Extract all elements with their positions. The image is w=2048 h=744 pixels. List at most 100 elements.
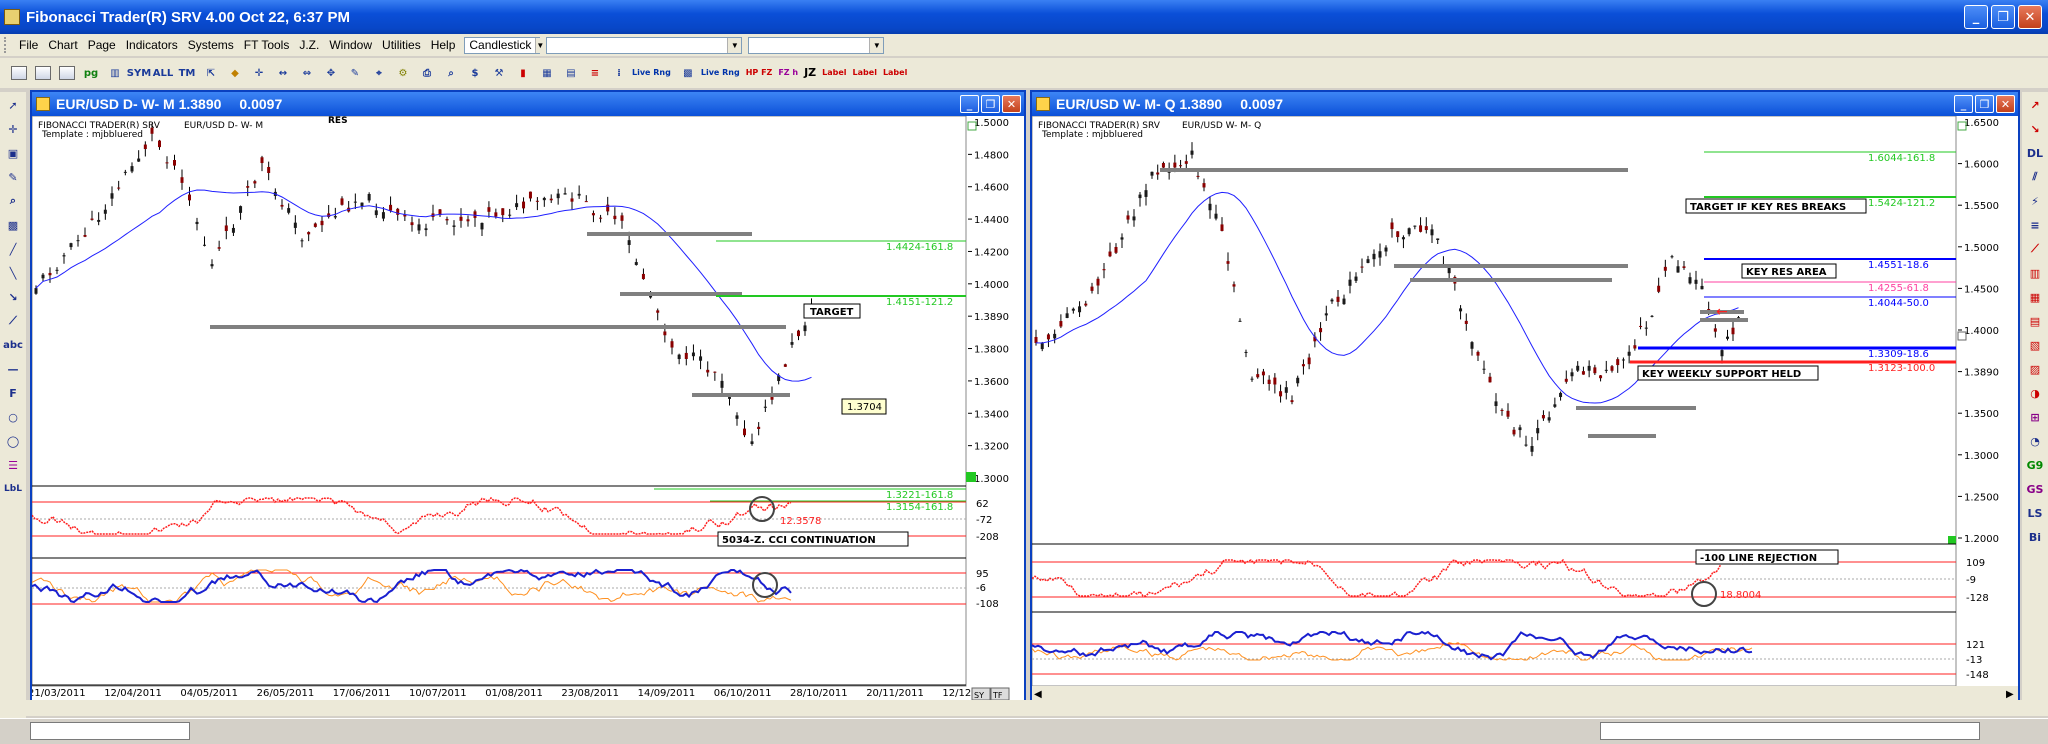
parallel-icon[interactable]: ⫽ xyxy=(2024,166,2046,188)
scan-icon[interactable]: ⌖ xyxy=(368,62,390,84)
lines-icon[interactable]: ≡ xyxy=(584,62,606,84)
pencil-icon[interactable]: ✎ xyxy=(2,166,24,188)
menu-chart[interactable]: Chart xyxy=(43,38,82,52)
fib-proj-icon[interactable]: ▨ xyxy=(2024,358,2046,380)
fib-tool[interactable]: F xyxy=(2,382,24,404)
zigzag-icon[interactable]: ⚡ xyxy=(2024,190,2046,212)
time-icon[interactable]: TM xyxy=(176,62,198,84)
close-button[interactable]: ✕ xyxy=(2018,5,2042,29)
stamp-icon[interactable]: ▩ xyxy=(2,214,24,236)
pen-icon[interactable]: ✎ xyxy=(344,62,366,84)
pg-icon[interactable]: pg xyxy=(80,62,102,84)
expand-icon[interactable]: ↔ xyxy=(272,62,294,84)
wrench-icon[interactable]: ⚒ xyxy=(488,62,510,84)
crosshair-tool-icon[interactable]: ✛ xyxy=(2,118,24,140)
search-icon[interactable]: ⌕ xyxy=(440,62,462,84)
right-window-minimize[interactable]: _ xyxy=(1954,95,1973,113)
fan-icon[interactable]: ⟋ xyxy=(2,310,24,332)
crosshair-icon[interactable]: ✛ xyxy=(248,62,270,84)
dl-tool[interactable]: DL xyxy=(2024,142,2046,164)
fib-time-icon[interactable]: ▥ xyxy=(2024,262,2046,284)
live-rng-2[interactable]: Live Rng xyxy=(701,69,740,77)
cursor-box-icon[interactable]: ▣ xyxy=(2,142,24,164)
shapes-icon[interactable]: ◆ xyxy=(224,62,246,84)
magnifier-icon[interactable]: ⌕ xyxy=(2,190,24,212)
menu-utilities[interactable]: Utilities xyxy=(377,38,426,52)
arrow-tool-icon[interactable]: ↗ xyxy=(2024,94,2046,116)
fib-circle-icon[interactable]: ◔ xyxy=(2024,430,2046,452)
fz-h-button[interactable]: FZ h xyxy=(778,69,798,77)
left-window-titlebar[interactable]: EUR/USD D- W- M 1.3890 0.0097 _ ❐ ✕ xyxy=(32,92,1024,116)
fib-lines-icon[interactable]: ☰ xyxy=(2,454,24,476)
sym-icon[interactable]: SYM xyxy=(127,62,151,84)
menu-window[interactable]: Window xyxy=(324,38,377,52)
dollar-icon[interactable]: $ xyxy=(464,62,486,84)
chart-icon[interactable] xyxy=(32,62,54,84)
minimize-button[interactable]: _ xyxy=(1964,5,1988,29)
move-icon[interactable]: ✥ xyxy=(320,62,342,84)
bi-tool[interactable]: Bi xyxy=(2024,526,2046,548)
line-tool-icon[interactable]: — xyxy=(2,358,24,380)
right-hscrollbar[interactable] xyxy=(1032,686,2018,700)
bars-icon[interactable]: ▥ xyxy=(104,62,126,84)
left-window-close[interactable]: ✕ xyxy=(1002,95,1021,113)
label-button-2[interactable]: Label xyxy=(853,69,877,77)
print-icon[interactable]: ⎙ xyxy=(416,62,438,84)
trendline-icon[interactable]: ╱ xyxy=(2,238,24,260)
menu-ft-tools[interactable]: FT Tools xyxy=(239,38,295,52)
label-button-1[interactable]: Label xyxy=(822,69,846,77)
maximize-button[interactable]: ❐ xyxy=(1991,5,2015,29)
symbol-select[interactable]: ▼ xyxy=(546,36,743,54)
g9-tool[interactable]: G9 xyxy=(2024,454,2046,476)
open-icon[interactable] xyxy=(8,62,30,84)
right-window-titlebar[interactable]: EUR/USD W- M- Q 1.3890 0.0097 _ ❐ ✕ xyxy=(1032,92,2018,116)
left-chart-window[interactable]: EUR/USD D- W- M 1.3890 0.0097 _ ❐ ✕ FIBO… xyxy=(30,90,1026,702)
page-select[interactable]: ▼ xyxy=(748,36,885,54)
zoom-icon[interactable]: ⇔ xyxy=(296,62,318,84)
right-chart-window[interactable]: EUR/USD W- M- Q 1.3890 0.0097 _ ❐ ✕ FIBO… xyxy=(1030,90,2020,702)
menu-page[interactable]: Page xyxy=(83,38,121,52)
main-hscrollbar[interactable] xyxy=(0,700,2048,716)
all-icon[interactable]: ALL xyxy=(152,62,174,84)
bars-tool-icon[interactable]: ≡ xyxy=(2024,214,2046,236)
left-window-maximize[interactable]: ❐ xyxy=(981,95,1000,113)
pointer-icon[interactable]: ➚ xyxy=(2,94,24,116)
fib-ext-icon[interactable]: ▧ xyxy=(2024,334,2046,356)
hp-fz-button[interactable]: HP FZ xyxy=(746,69,773,77)
split-icon[interactable]: ▤ xyxy=(560,62,582,84)
range-icon[interactable]: ▩ xyxy=(677,62,699,84)
dots-icon[interactable]: ⁞ xyxy=(608,62,630,84)
scroll-right-icon[interactable]: ▶ xyxy=(2006,689,2014,700)
menu-file[interactable]: File xyxy=(14,38,43,52)
chart-style-select[interactable]: Candlestick ▼ xyxy=(464,36,545,54)
ellipse-icon[interactable]: ◯ xyxy=(2,430,24,452)
scroll-left-icon[interactable]: ◀ xyxy=(1034,689,1042,700)
channel-icon[interactable]: ╲ xyxy=(2,262,24,284)
circle-icon[interactable]: ○ xyxy=(2,406,24,428)
left-window-minimize[interactable]: _ xyxy=(960,95,979,113)
menu-jz[interactable]: J.Z. xyxy=(294,38,324,52)
text-tool[interactable]: abc xyxy=(2,334,24,356)
gear-icon[interactable]: ⚙ xyxy=(392,62,414,84)
left-chart[interactable]: FIBONACCI TRADER(R) SRV EUR/USD D- W- M … xyxy=(32,116,1024,700)
fib-fan-icon[interactable]: ⟋ xyxy=(2024,238,2046,260)
right-window-close[interactable]: ✕ xyxy=(1996,95,2015,113)
fib-cluster-icon[interactable]: ▤ xyxy=(2024,310,2046,332)
fib-gann-icon[interactable]: ⊞ xyxy=(2024,406,2046,428)
ls-tool[interactable]: LS xyxy=(2024,502,2046,524)
menu-systems[interactable]: Systems xyxy=(183,38,239,52)
right-window-maximize[interactable]: ❐ xyxy=(1975,95,1994,113)
live-rng-1[interactable]: Live Rng xyxy=(632,69,671,77)
right-chart[interactable]: FIBONACCI TRADER(R) SRV EUR/USD W- M- Q … xyxy=(1032,116,2018,700)
menu-indicators[interactable]: Indicators xyxy=(121,38,183,52)
gs-tool[interactable]: GS xyxy=(2024,478,2046,500)
fib-arc-icon[interactable]: ◑ xyxy=(2024,382,2046,404)
jz-button[interactable]: JZ xyxy=(804,67,816,78)
fib-zones-icon[interactable]: ▦ xyxy=(2024,286,2046,308)
ray-icon[interactable]: ↘ xyxy=(2,286,24,308)
label-tool[interactable]: LbL xyxy=(2,478,24,500)
layout-icon[interactable] xyxy=(56,62,78,84)
ray-red-icon[interactable]: ↘ xyxy=(2024,118,2046,140)
menu-help[interactable]: Help xyxy=(426,38,461,52)
cursor-icon[interactable]: ⇱ xyxy=(200,62,222,84)
